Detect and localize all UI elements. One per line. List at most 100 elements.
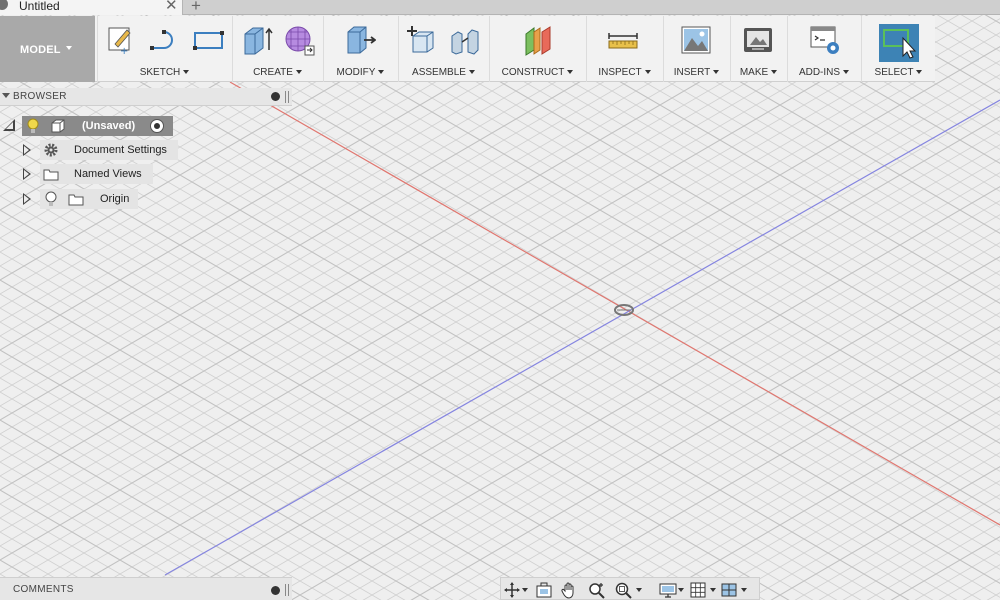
scripts-addins-icon[interactable] xyxy=(809,24,841,56)
browser-panel-header[interactable]: BROWSER xyxy=(0,88,292,106)
ribbon-toolbar: MODEL + SKETCH CREATE MODIFY ASSEMBLE CO… xyxy=(0,16,935,82)
make-label: MAKE xyxy=(739,67,769,78)
add-ins-group: ADD-INS xyxy=(787,16,860,82)
chevron-down-icon xyxy=(378,70,385,74)
chevron-down-icon[interactable] xyxy=(522,588,528,592)
select-label: SELECT xyxy=(874,67,914,78)
document-tab-title: Untitled xyxy=(19,0,60,13)
select-group: SELECT xyxy=(861,16,935,82)
chevron-down-icon xyxy=(916,70,923,74)
expand-document-settings-icon[interactable] xyxy=(23,144,31,156)
svg-text:+: + xyxy=(120,46,128,56)
measure-icon[interactable] xyxy=(607,24,639,56)
pan-hand-icon[interactable] xyxy=(560,581,578,599)
named-views-label: Named Views xyxy=(74,168,142,180)
new-component-icon[interactable] xyxy=(405,24,437,56)
browser-resize-handle-icon[interactable] xyxy=(285,91,289,103)
folder-icon xyxy=(68,194,84,206)
chevron-down-icon xyxy=(66,46,72,50)
chevron-down-icon[interactable] xyxy=(678,588,684,592)
expand-origin-icon[interactable] xyxy=(23,193,31,205)
make-menu-button[interactable]: MAKE xyxy=(731,67,786,78)
construct-menu-button[interactable]: CONSTRUCT xyxy=(490,67,585,78)
browser-title: BROWSER xyxy=(13,91,67,102)
chevron-down-icon[interactable] xyxy=(741,588,747,592)
browser-item-document-settings[interactable]: Document Settings xyxy=(40,140,178,160)
display-settings-icon[interactable] xyxy=(659,581,677,599)
offset-plane-icon[interactable] xyxy=(522,24,554,56)
gear-icon xyxy=(44,143,58,157)
make-group: MAKE xyxy=(730,16,786,82)
document-tab[interactable]: Untitled ✕ xyxy=(0,0,183,15)
origin-label: Origin xyxy=(100,193,130,205)
create-sketch-icon[interactable]: + xyxy=(105,24,137,56)
assemble-label: ASSEMBLE xyxy=(412,67,466,78)
chevron-down-icon xyxy=(567,70,574,74)
sketch-menu-button[interactable]: SKETCH xyxy=(98,67,231,78)
add-ins-menu-button[interactable]: ADD-INS xyxy=(788,67,860,78)
select-tool-icon[interactable] xyxy=(879,24,919,62)
fit-view-icon[interactable] xyxy=(615,581,633,599)
comments-title: COMMENTS xyxy=(13,584,74,595)
chevron-down-icon xyxy=(295,70,302,74)
construct-label: CONSTRUCT xyxy=(501,67,565,78)
modify-menu-button[interactable]: MODIFY xyxy=(324,67,397,78)
collapse-root-icon[interactable] xyxy=(2,118,16,132)
folder-icon xyxy=(43,169,59,181)
modify-label: MODIFY xyxy=(336,67,376,78)
press-pull-icon[interactable] xyxy=(344,24,376,56)
collapse-browser-icon[interactable] xyxy=(2,93,10,98)
extrude-icon[interactable] xyxy=(241,24,273,56)
3d-print-icon[interactable] xyxy=(742,24,774,56)
inspect-group: INSPECT xyxy=(586,16,662,82)
browser-item-origin[interactable]: Origin xyxy=(40,189,138,209)
orbit-icon[interactable] xyxy=(503,581,521,599)
comments-panel[interactable]: COMMENTS xyxy=(0,577,292,600)
create-group: CREATE xyxy=(232,16,322,82)
activate-component-icon[interactable] xyxy=(150,119,164,133)
insert-image-icon[interactable] xyxy=(680,24,712,56)
look-at-icon[interactable] xyxy=(535,581,553,599)
chevron-down-icon xyxy=(843,70,850,74)
add-comment-icon[interactable] xyxy=(271,586,280,595)
inspect-menu-button[interactable]: INSPECT xyxy=(587,67,662,78)
rectangle-tool-icon[interactable] xyxy=(192,24,224,56)
joint-icon[interactable] xyxy=(449,24,481,56)
insert-label: INSERT xyxy=(673,67,711,78)
workspace-switcher-button[interactable]: MODEL xyxy=(0,16,95,82)
lightbulb-icon[interactable] xyxy=(44,191,58,207)
line-tool-icon[interactable] xyxy=(148,24,180,56)
modify-group: MODIFY xyxy=(323,16,397,82)
create-menu-button[interactable]: CREATE xyxy=(233,67,322,78)
create-form-icon[interactable] xyxy=(283,24,315,56)
expand-named-views-icon[interactable] xyxy=(23,168,31,180)
chevron-down-icon xyxy=(713,70,720,74)
grid-snaps-icon[interactable] xyxy=(689,581,707,599)
viewports-icon[interactable] xyxy=(720,581,738,599)
root-component-label: (Unsaved) xyxy=(82,120,136,132)
navigation-bar xyxy=(500,577,760,600)
browser-pin-icon[interactable] xyxy=(271,92,280,101)
sketch-label: SKETCH xyxy=(139,67,181,78)
chevron-down-icon[interactable] xyxy=(636,588,642,592)
workspace-label: MODEL xyxy=(20,44,61,56)
document-tab-bar: Untitled ✕ + xyxy=(0,0,1000,15)
assemble-menu-button[interactable]: ASSEMBLE xyxy=(399,67,488,78)
construct-group: CONSTRUCT xyxy=(489,16,585,82)
document-icon xyxy=(0,0,8,10)
close-tab-icon[interactable]: ✕ xyxy=(165,0,178,13)
component-icon xyxy=(51,119,65,133)
browser-root-row[interactable]: (Unsaved) xyxy=(22,116,173,136)
lightbulb-icon[interactable] xyxy=(26,118,40,134)
new-tab-icon[interactable]: + xyxy=(191,0,201,14)
chevron-down-icon xyxy=(771,70,778,74)
chevron-down-icon[interactable] xyxy=(710,588,716,592)
browser-item-named-views[interactable]: Named Views xyxy=(40,164,153,184)
chevron-down-icon xyxy=(183,70,190,74)
zoom-icon[interactable] xyxy=(588,581,606,599)
select-menu-button[interactable]: SELECT xyxy=(862,67,935,78)
comments-resize-handle-icon[interactable] xyxy=(285,584,289,596)
assemble-group: ASSEMBLE xyxy=(398,16,488,82)
add-ins-label: ADD-INS xyxy=(798,67,841,78)
insert-menu-button[interactable]: INSERT xyxy=(664,67,729,78)
